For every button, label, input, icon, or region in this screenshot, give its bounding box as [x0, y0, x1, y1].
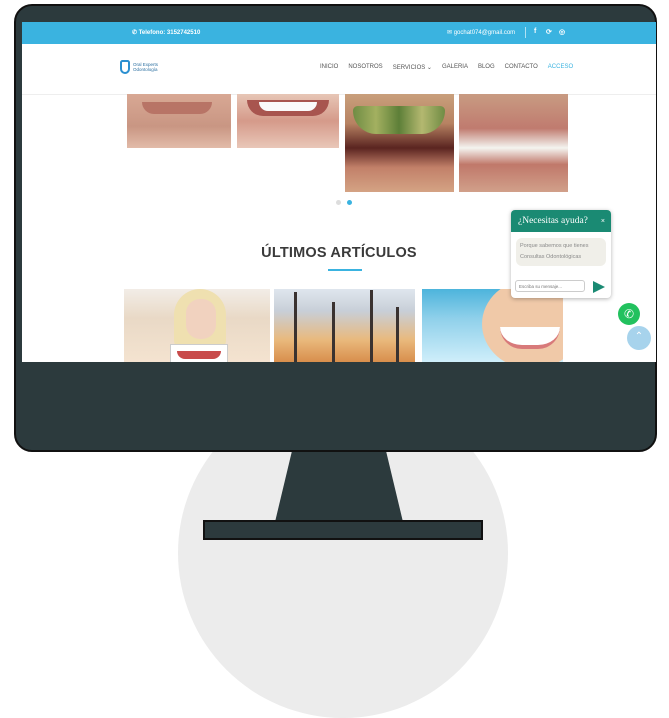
whatsapp-icon[interactable]: ⟳	[546, 28, 552, 36]
chat-title: ¿Necesitas ayuda?	[518, 216, 588, 226]
facebook-icon[interactable]: f	[534, 28, 536, 35]
scroll-up-icon[interactable]: ⌃	[627, 326, 651, 350]
instagram-icon[interactable]: ◎	[559, 28, 565, 36]
heading-underline	[328, 269, 362, 271]
nav-item-contacto[interactable]: CONTACTO	[505, 64, 538, 71]
tooth-logo-icon	[120, 60, 130, 74]
gallery-photo-3	[345, 94, 454, 192]
main-navigation: Oral Experts Odontología INICIO NOSOTROS…	[22, 44, 656, 95]
monitor-stand-base	[203, 520, 483, 540]
chat-header: ¿Necesitas ayuda? ×	[511, 210, 611, 232]
email-link[interactable]: ✉ gochat074@gmail.com	[447, 29, 515, 36]
nav-item-acceso[interactable]: ACCESO	[548, 64, 573, 71]
chat-message-input[interactable]: Escriba su mensaje...	[515, 280, 585, 292]
article-card-2[interactable]	[274, 289, 415, 362]
carousel-dots	[336, 200, 352, 205]
phone-link[interactable]: ✆ Telefono: 3152742510	[132, 29, 200, 36]
site-logo[interactable]: Oral Experts Odontología	[120, 60, 158, 74]
nav-item-galeria[interactable]: GALERIA	[442, 64, 468, 71]
whatsapp-float-icon[interactable]: ✆	[618, 303, 640, 325]
nav-item-blog[interactable]: BLOG	[478, 64, 495, 71]
close-icon[interactable]: ×	[601, 218, 605, 225]
chat-message: Porque sabemos que tienes Consultas Odon…	[516, 238, 606, 266]
topbar-divider	[525, 27, 526, 38]
gallery-photo-4	[459, 94, 568, 192]
logo-line-2: Odontología	[133, 67, 158, 72]
nav-menu: INICIO NOSOTROS SERVICIOS ⌄ GALERIA BLOG…	[320, 64, 583, 71]
carousel-dot-2[interactable]	[347, 200, 352, 205]
chat-widget: ¿Necesitas ayuda? × Porque sabemos que t…	[511, 210, 611, 298]
nav-item-inicio[interactable]: INICIO	[320, 64, 338, 71]
send-icon[interactable]	[593, 281, 605, 293]
carousel-dot-1[interactable]	[336, 200, 341, 205]
nav-item-nosotros[interactable]: NOSOTROS	[348, 64, 382, 71]
top-contact-bar: ✆ Telefono: 3152742510 ✉ gochat074@gmail…	[22, 22, 656, 44]
article-card-3[interactable]	[422, 289, 563, 362]
gallery-photo-1	[127, 94, 231, 148]
article-card-1[interactable]	[124, 289, 270, 362]
nav-item-servicios[interactable]: SERVICIOS ⌄	[393, 64, 432, 71]
website-screen: ✆ Telefono: 3152742510 ✉ gochat074@gmail…	[22, 22, 656, 362]
gallery-photo-2	[237, 94, 339, 148]
monitor-stand-neck	[275, 447, 403, 522]
